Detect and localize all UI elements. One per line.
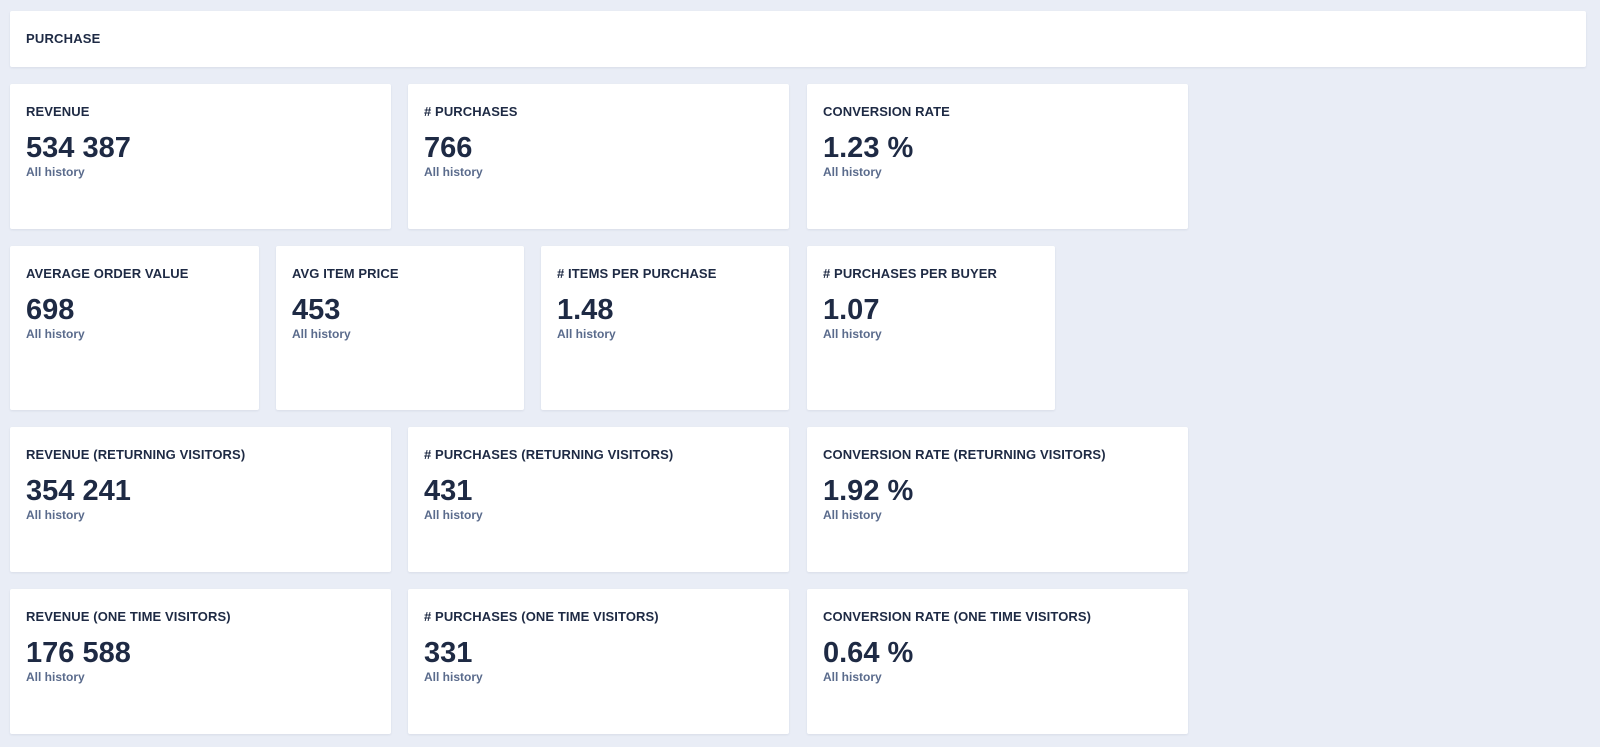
metric-value: 1.92 % [823, 475, 914, 507]
metric-title: # PURCHASES (ONE TIME VISITORS) [424, 609, 659, 624]
metric-card-purchases-returning[interactable]: # PURCHASES (RETURNING VISITORS) 431 All… [408, 427, 789, 572]
metric-title: REVENUE (ONE TIME VISITORS) [26, 609, 231, 624]
metric-value: 1.48 [557, 294, 614, 326]
metric-title: CONVERSION RATE (RETURNING VISITORS) [823, 447, 1106, 462]
metric-title: REVENUE [26, 104, 90, 119]
metric-value: 354 241 [26, 475, 131, 507]
metric-period: All history [26, 670, 85, 684]
metric-card-purchases[interactable]: # PURCHASES 766 All history [408, 84, 789, 229]
metric-title: CONVERSION RATE (ONE TIME VISITORS) [823, 609, 1092, 624]
metric-period: All history [823, 670, 882, 684]
metric-value: 766 [424, 132, 473, 164]
metric-card-avg-item-price[interactable]: AVG ITEM PRICE 453 All history [276, 246, 524, 410]
section-title: PURCHASE [26, 31, 101, 46]
metric-period: All history [26, 327, 85, 341]
metric-card-conversion-rate-one-time[interactable]: CONVERSION RATE (ONE TIME VISITORS) 0.64… [807, 589, 1188, 734]
metric-period: All history [823, 508, 882, 522]
metric-card-revenue[interactable]: REVENUE 534 387 All history [10, 84, 391, 229]
metric-period: All history [424, 508, 483, 522]
metric-period: All history [26, 165, 85, 179]
metric-title: AVG ITEM PRICE [292, 266, 399, 281]
metric-value: 698 [26, 294, 75, 326]
metric-value: 1.07 [823, 294, 880, 326]
metric-card-average-order-value[interactable]: AVERAGE ORDER VALUE 698 All history [10, 246, 259, 410]
metric-title: # PURCHASES PER BUYER [823, 266, 998, 281]
metric-value: 431 [424, 475, 473, 507]
metric-card-revenue-one-time[interactable]: REVENUE (ONE TIME VISITORS) 176 588 All … [10, 589, 391, 734]
metric-card-conversion-rate[interactable]: CONVERSION RATE 1.23 % All history [807, 84, 1188, 229]
section-header: PURCHASE [10, 11, 1586, 67]
metric-period: All history [424, 165, 483, 179]
metric-title: # PURCHASES [424, 104, 518, 119]
metric-title: # PURCHASES (RETURNING VISITORS) [424, 447, 674, 462]
metric-period: All history [823, 327, 882, 341]
metric-value: 534 387 [26, 132, 131, 164]
metric-card-purchases-per-buyer[interactable]: # PURCHASES PER BUYER 1.07 All history [807, 246, 1055, 410]
metric-period: All history [26, 508, 85, 522]
metric-title: REVENUE (RETURNING VISITORS) [26, 447, 246, 462]
metric-value: 0.64 % [823, 637, 914, 669]
metric-period: All history [557, 327, 616, 341]
metric-value: 176 588 [26, 637, 131, 669]
metric-card-revenue-returning[interactable]: REVENUE (RETURNING VISITORS) 354 241 All… [10, 427, 391, 572]
metric-card-purchases-one-time[interactable]: # PURCHASES (ONE TIME VISITORS) 331 All … [408, 589, 789, 734]
metric-period: All history [424, 670, 483, 684]
metric-title: CONVERSION RATE [823, 104, 950, 119]
metric-value: 1.23 % [823, 132, 914, 164]
metric-value: 453 [292, 294, 341, 326]
metric-title: # ITEMS PER PURCHASE [557, 266, 717, 281]
metric-card-conversion-rate-returning[interactable]: CONVERSION RATE (RETURNING VISITORS) 1.9… [807, 427, 1188, 572]
metric-period: All history [292, 327, 351, 341]
metric-period: All history [823, 165, 882, 179]
metric-title: AVERAGE ORDER VALUE [26, 266, 189, 281]
metric-value: 331 [424, 637, 473, 669]
metric-card-items-per-purchase[interactable]: # ITEMS PER PURCHASE 1.48 All history [541, 246, 789, 410]
